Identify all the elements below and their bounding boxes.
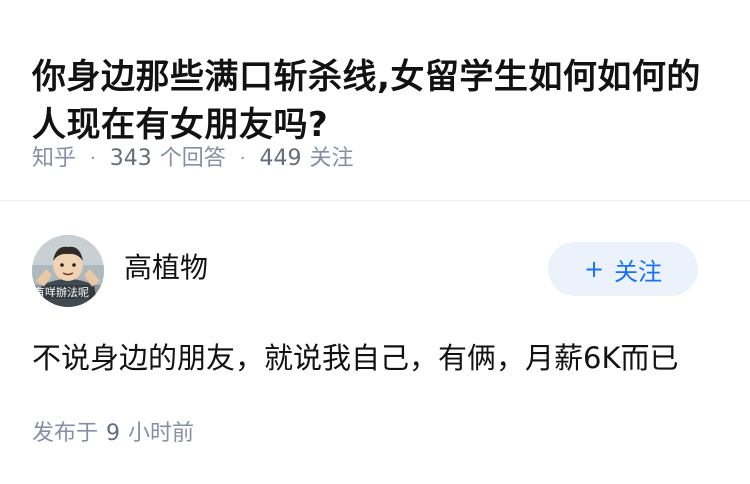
answer-count-label[interactable]: 个回答 bbox=[160, 143, 226, 175]
post-time: 发布于 9 小时前 bbox=[32, 418, 194, 450]
avatar[interactable]: 有咩辦法呢 bbox=[32, 235, 104, 307]
separator-dot: · bbox=[239, 148, 246, 169]
answer-count: 343 bbox=[109, 146, 152, 171]
source-label[interactable]: 知乎 bbox=[32, 143, 76, 175]
post-time-suffix: 小时前 bbox=[128, 421, 195, 446]
answer-content[interactable]: 不说身边的朋友，就说我自己，有俩，月薪6K而已 bbox=[32, 338, 722, 378]
question-meta: 知乎 · 343 个回答 · 449 关注 bbox=[32, 143, 354, 175]
avatar-caption: 有咩辦法呢 bbox=[34, 286, 89, 299]
follow-button-label: 关注 bbox=[614, 257, 663, 286]
post-time-number: 9 bbox=[106, 421, 121, 446]
separator-dot: · bbox=[90, 148, 96, 169]
plus-icon: + bbox=[583, 255, 605, 283]
post-time-prefix: 发布于 bbox=[32, 421, 99, 446]
author-name[interactable]: 高植物 bbox=[124, 250, 208, 286]
follow-button[interactable]: + 关注 bbox=[548, 242, 698, 296]
section-divider bbox=[0, 200, 750, 201]
follower-count: 449 bbox=[259, 146, 302, 171]
question-title[interactable]: 你身边那些满口斩杀线,女留学生如何如何的人现在有女朋友吗? bbox=[32, 53, 722, 149]
follower-count-label: 关注 bbox=[309, 146, 354, 171]
